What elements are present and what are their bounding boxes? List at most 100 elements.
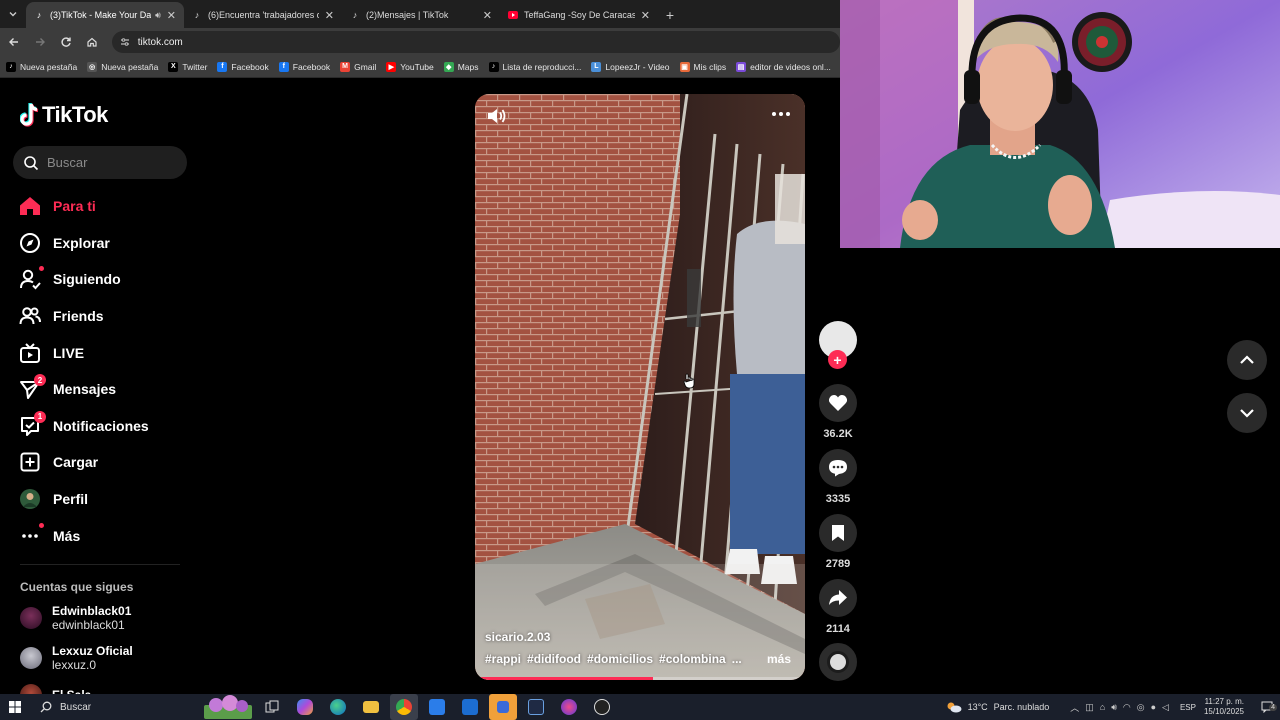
- tiktok-logo[interactable]: TikTok: [19, 102, 108, 128]
- nav-item-mas[interactable]: Más: [18, 517, 198, 554]
- chrome-button[interactable]: [390, 694, 418, 720]
- app-button[interactable]: [522, 694, 550, 720]
- follow-plus-button[interactable]: +: [828, 350, 847, 369]
- app-button[interactable]: [489, 694, 517, 720]
- address-bar[interactable]: tiktok.com: [111, 31, 840, 53]
- bookmark-item[interactable]: ▣ Mis clips: [679, 61, 727, 72]
- browser-tab[interactable]: TeffaGang -Soy De Caracas Ver ✕: [500, 2, 658, 28]
- volume-icon[interactable]: [485, 106, 507, 126]
- weather-widget[interactable]: 13°C Parc. nublado: [946, 701, 1049, 713]
- nav-item-notificaciones[interactable]: 1 Notificaciones: [18, 408, 198, 445]
- bookmark-item[interactable]: f Facebook: [278, 61, 330, 72]
- bookmark-item[interactable]: L LopeezJr - Video: [591, 61, 670, 72]
- video-player[interactable]: sicario.2.03 #rappi #didifood #domicilio…: [475, 94, 805, 680]
- speaker-icon[interactable]: 🔊︎: [1111, 702, 1117, 713]
- nav-item-friends[interactable]: Friends: [18, 298, 198, 335]
- back-button[interactable]: [2, 30, 26, 54]
- store-icon: [429, 699, 445, 715]
- store-button[interactable]: [423, 694, 451, 720]
- browser-tab[interactable]: ♪ (6)Encuentra 'trabajadores del ✕: [184, 2, 342, 28]
- comment-button[interactable]: [819, 449, 857, 487]
- hashtag-link[interactable]: #domicilios: [587, 652, 653, 666]
- mouse-cursor-icon: [683, 373, 695, 389]
- next-video-button[interactable]: [1227, 393, 1267, 433]
- new-tab-button[interactable]: +: [658, 2, 682, 28]
- browser-tab[interactable]: ♪ (3)TikTok - Make Your Day 🔊︎ ✕: [26, 2, 184, 28]
- hashtag-link[interactable]: #rappi: [485, 652, 521, 666]
- search-box[interactable]: [13, 146, 187, 179]
- hashtag-link[interactable]: #colombina: [659, 652, 726, 666]
- sound-icon[interactable]: ◁: [1162, 702, 1169, 713]
- app-button[interactable]: [555, 694, 583, 720]
- site-settings-icon[interactable]: [120, 37, 130, 47]
- close-tab-icon[interactable]: ✕: [325, 9, 334, 22]
- bookmark-label: LopeezJr - Video: [605, 61, 670, 72]
- bookmark-item[interactable]: ▤ editor de videos onl...: [736, 61, 831, 72]
- bookmark-item[interactable]: ◎ Nueva pestaña: [87, 61, 158, 72]
- tab-search-button[interactable]: [0, 0, 26, 28]
- followed-account[interactable]: Lexxuz Oficial lexxuz.0: [20, 644, 133, 672]
- close-tab-icon[interactable]: ✕: [483, 9, 492, 22]
- nav-item-live[interactable]: LIVE: [18, 334, 198, 371]
- followed-account[interactable]: Edwinblack01 edwinblack01: [20, 604, 131, 632]
- cloud-sun-icon: [947, 702, 962, 713]
- app-button[interactable]: [588, 694, 616, 720]
- task-view-button[interactable]: [258, 694, 286, 720]
- input-language[interactable]: ESP: [1180, 703, 1196, 712]
- home-button[interactable]: [80, 30, 104, 54]
- close-tab-icon[interactable]: ✕: [167, 9, 176, 22]
- nav-item-cargar[interactable]: Cargar: [18, 444, 198, 481]
- nav-item-perfil[interactable]: Perfil: [18, 481, 198, 518]
- bookmark-item[interactable]: X Twitter: [168, 61, 207, 72]
- bookmark-item[interactable]: f Facebook: [217, 61, 269, 72]
- more-description-button[interactable]: más: [767, 652, 791, 666]
- chevron-up-icon[interactable]: ︿: [1070, 701, 1079, 714]
- more-options-icon[interactable]: [771, 106, 791, 122]
- speaker-icon[interactable]: 🔊︎: [155, 10, 161, 21]
- video-author[interactable]: sicario.2.03: [485, 630, 550, 644]
- outlook-button[interactable]: [456, 694, 484, 720]
- browser-tab[interactable]: ♪ (2)Mensajes | TikTok ✕: [342, 2, 500, 28]
- bookmark-item[interactable]: ♪ Lista de reproducci...: [488, 61, 581, 72]
- bookmark-item[interactable]: M Gmail: [340, 61, 376, 72]
- video-progress-bar[interactable]: [475, 677, 805, 680]
- search-input[interactable]: [47, 155, 167, 170]
- previous-video-button[interactable]: [1227, 340, 1267, 380]
- vpn-icon[interactable]: ◎: [1137, 702, 1145, 713]
- nav-item-siguiendo[interactable]: Siguiendo: [18, 261, 198, 298]
- nav-item-explorar[interactable]: Explorar: [18, 225, 198, 262]
- ellipsis: ...: [731, 652, 742, 666]
- nav-label: Perfil: [53, 491, 89, 508]
- wifi-icon[interactable]: ◠: [1123, 702, 1131, 713]
- close-tab-icon[interactable]: ✕: [641, 9, 650, 22]
- upload-icon: [18, 450, 42, 474]
- comment-icon: [829, 460, 847, 477]
- nav-item-mensajes[interactable]: 2 Mensajes: [18, 371, 198, 408]
- network-icon[interactable]: ⌂: [1100, 702, 1105, 712]
- notification-center-button[interactable]: 4: [1254, 701, 1280, 713]
- app-icon: [594, 699, 610, 715]
- app-tray-icon[interactable]: ◫: [1085, 702, 1094, 713]
- home-icon: [18, 194, 42, 218]
- edge-button[interactable]: [324, 694, 352, 720]
- bookmark-label: Nueva pestaña: [20, 61, 78, 72]
- bookmark-item[interactable]: ◆ Maps: [443, 61, 479, 72]
- save-button[interactable]: [819, 514, 857, 552]
- bookmark-item[interactable]: ▶ YouTube: [386, 61, 434, 72]
- taskbar-search[interactable]: Buscar: [32, 695, 252, 719]
- share-button[interactable]: [819, 579, 857, 617]
- arrow-left-icon: [8, 38, 18, 46]
- music-disc-icon[interactable]: [819, 643, 857, 681]
- nav-item-para-ti[interactable]: Para ti: [18, 188, 198, 225]
- start-button[interactable]: [0, 694, 30, 720]
- microphone-icon[interactable]: ●: [1151, 702, 1156, 712]
- reload-button[interactable]: [54, 30, 78, 54]
- like-button[interactable]: [819, 384, 857, 422]
- bookmark-label: Mis clips: [693, 61, 727, 72]
- forward-button[interactable]: [28, 30, 52, 54]
- copilot-button[interactable]: [291, 694, 319, 720]
- bookmark-item[interactable]: ♪ Nueva pestaña: [6, 61, 78, 72]
- file-explorer-button[interactable]: [357, 694, 385, 720]
- clock[interactable]: 11:27 p. m. 15/10/2025: [1204, 697, 1244, 717]
- hashtag-link[interactable]: #didifood: [527, 652, 581, 666]
